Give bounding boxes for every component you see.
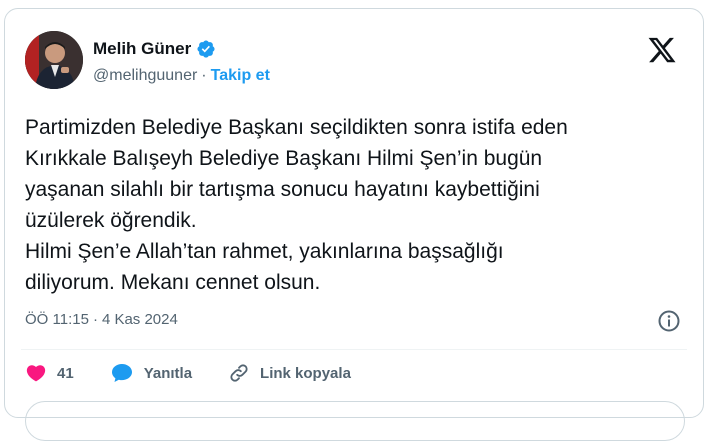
copy-link-button[interactable]: Link kopyala xyxy=(228,362,351,384)
action-bar: 41 Yanıtla Link kopyala xyxy=(25,361,387,385)
author-display-name[interactable]: Melih Güner xyxy=(93,39,191,59)
verified-badge-icon xyxy=(196,39,216,59)
x-logo-icon[interactable] xyxy=(647,35,677,65)
link-icon xyxy=(230,364,248,382)
tweet-text: Partimizden Belediye Başkanı seçildikten… xyxy=(25,116,568,294)
tweet-time[interactable]: ÖÖ 11:15 xyxy=(25,311,89,328)
author-handle[interactable]: @melihguuner xyxy=(93,67,197,85)
speech-bubble-icon xyxy=(111,364,132,382)
tweet-date[interactable]: 4 Kas 2024 xyxy=(102,311,178,328)
read-replies-button[interactable] xyxy=(25,401,685,441)
like-count: 41 xyxy=(57,364,74,382)
separator-dot: · xyxy=(201,67,207,84)
divider xyxy=(21,349,687,350)
author-handle-row: @melihguuner · Takip et xyxy=(93,67,270,85)
follow-button[interactable]: Takip et xyxy=(211,67,270,85)
like-button[interactable]: 41 xyxy=(25,362,74,384)
reply-button[interactable]: Yanıtla xyxy=(110,361,192,385)
copy-link-label: Link kopyala xyxy=(260,364,351,382)
heart-icon xyxy=(26,365,46,382)
tweet-timestamp[interactable]: ÖÖ 11:15 · 4 Kas 2024 xyxy=(25,311,178,328)
info-icon[interactable] xyxy=(657,309,681,333)
author-name-row: Melih Güner xyxy=(93,39,216,59)
avatar[interactable] xyxy=(25,31,83,89)
reply-label: Yanıtla xyxy=(143,364,193,382)
timestamp-separator: · xyxy=(92,311,98,328)
tweet-card: Melih Güner @melihguuner · Takip et Part… xyxy=(4,8,704,441)
